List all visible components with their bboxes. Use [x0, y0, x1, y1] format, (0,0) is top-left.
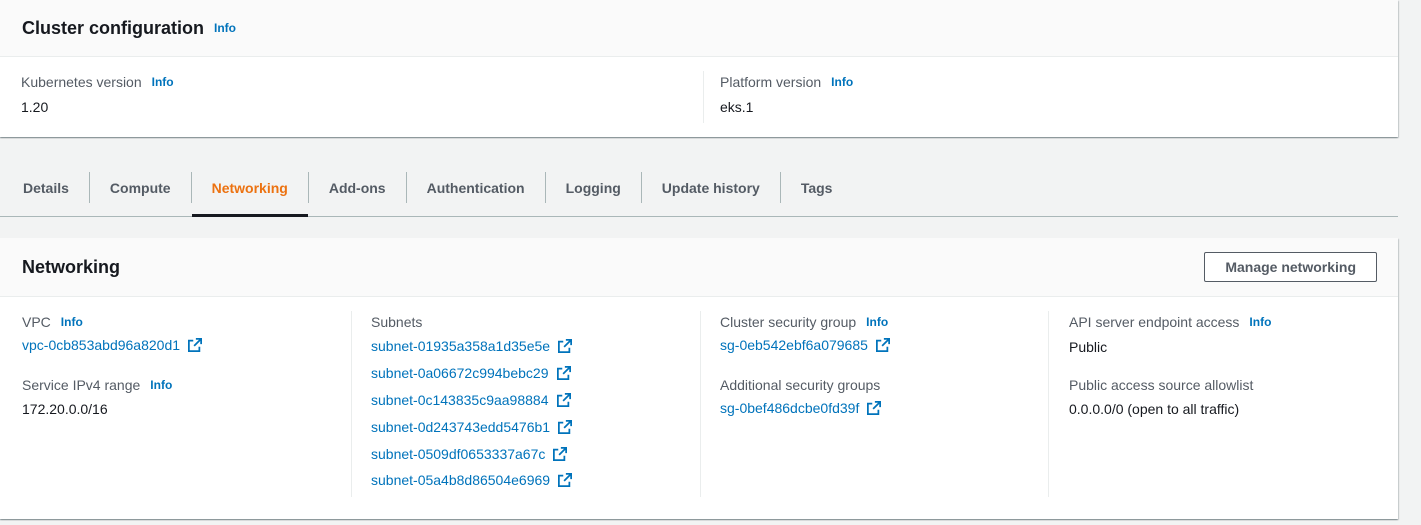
- column-divider: [351, 311, 352, 497]
- external-link-icon: [558, 339, 573, 354]
- allowlist-value: 0.0.0.0/0 (open to all traffic): [1069, 401, 1240, 417]
- list-item: subnet-05a4b8d86504e6969: [371, 467, 573, 494]
- subnets-column: Subnets subnet-01935a358a1d35e5e subnet-…: [371, 314, 573, 494]
- subnet-id: subnet-0509df0653337a67c: [371, 445, 546, 462]
- vpc-label: VPC: [22, 314, 51, 330]
- external-link-icon: [867, 401, 882, 415]
- subnet-link[interactable]: subnet-0d243743edd5476b1: [371, 418, 573, 435]
- cluster-security-group-info-link[interactable]: Info: [866, 315, 888, 329]
- additional-security-group-id: sg-0bef486dcbe0fd39f: [720, 400, 860, 416]
- external-link-icon: [558, 419, 573, 434]
- platform-version-label: Platform version: [720, 74, 822, 90]
- external-link-icon: [558, 473, 573, 488]
- cluster-configuration-header: Cluster configuration Info: [0, 0, 1398, 57]
- networking-header: Networking Manage networking: [0, 238, 1398, 297]
- cluster-security-group-id: sg-0eb542ebf6a079685: [720, 337, 868, 353]
- security-groups-column: Cluster security group Info sg-0eb542ebf…: [720, 314, 890, 418]
- subnet-list: subnet-01935a358a1d35e5e subnet-0a06672c…: [371, 333, 573, 494]
- list-item: subnet-0d243743edd5476b1: [371, 413, 573, 440]
- networking-title: Networking: [22, 256, 121, 277]
- tab-tags[interactable]: Tags: [781, 160, 853, 216]
- list-item: subnet-0509df0653337a67c: [371, 440, 572, 467]
- cluster-security-group-label: Cluster security group: [720, 314, 857, 330]
- subnet-link[interactable]: subnet-01935a358a1d35e5e: [371, 338, 573, 355]
- subnet-id: subnet-0d243743edd5476b1: [371, 418, 551, 435]
- vpc-id: vpc-0cb853abd96a820d1: [22, 337, 181, 353]
- additional-security-group-link[interactable]: sg-0bef486dcbe0fd39f: [720, 400, 882, 416]
- api-endpoint-info-link[interactable]: Info: [1249, 315, 1271, 329]
- subnets-label: Subnets: [371, 314, 423, 330]
- external-link-icon: [553, 446, 568, 461]
- kubernetes-version-info-link[interactable]: Info: [152, 75, 174, 89]
- cluster-configuration-panel: Cluster configuration Info Kubernetes ve…: [0, 0, 1398, 137]
- service-ipv4-label: Service IPv4 range: [22, 377, 141, 393]
- external-link-icon: [556, 366, 571, 381]
- list-item: subnet-01935a358a1d35e5e: [371, 333, 573, 360]
- subnet-id: subnet-0c143835c9aa98884: [371, 391, 549, 408]
- column-divider: [1048, 311, 1049, 497]
- kubernetes-version-value: 1.20: [21, 99, 49, 115]
- subnet-link[interactable]: subnet-05a4b8d86504e6969: [371, 472, 573, 489]
- tab-add-ons[interactable]: Add-ons: [309, 160, 406, 216]
- platform-version-field: Platform version Info eks.1: [720, 74, 853, 115]
- kubernetes-version-label: Kubernetes version: [21, 74, 142, 90]
- external-link-icon: [556, 392, 571, 407]
- tab-update-history[interactable]: Update history: [642, 160, 780, 216]
- service-ipv4-info-link[interactable]: Info: [150, 378, 172, 392]
- column-divider: [703, 71, 704, 123]
- tab-logging[interactable]: Logging: [546, 160, 641, 216]
- list-item: subnet-0c143835c9aa98884: [371, 387, 572, 414]
- cluster-configuration-info-link[interactable]: Info: [214, 21, 236, 35]
- subnet-link[interactable]: subnet-0a06672c994bebc29: [371, 365, 571, 381]
- cluster-configuration-title: Cluster configuration: [22, 17, 205, 38]
- kubernetes-version-field: Kubernetes version Info 1.20: [21, 74, 174, 115]
- subnet-link[interactable]: subnet-0509df0653337a67c: [371, 445, 568, 462]
- service-ipv4-value: 172.20.0.0/16: [22, 401, 108, 417]
- tab-authentication[interactable]: Authentication: [407, 160, 545, 216]
- api-endpoint-column: API server endpoint access Info Public P…: [1069, 314, 1271, 417]
- external-link-icon: [188, 338, 203, 352]
- tab-details[interactable]: Details: [0, 160, 89, 216]
- allowlist-label: Public access source allowlist: [1069, 377, 1254, 393]
- subnet-id: subnet-05a4b8d86504e6969: [371, 472, 551, 489]
- vpc-link[interactable]: vpc-0cb853abd96a820d1: [22, 337, 203, 353]
- tab-networking[interactable]: Networking: [191, 160, 309, 217]
- list-item: subnet-0a06672c994bebc29: [371, 360, 572, 387]
- manage-networking-button[interactable]: Manage networking: [1204, 252, 1377, 282]
- cluster-configuration-body: Kubernetes version Info 1.20 Platform ve…: [0, 57, 1398, 137]
- vpc-info-link[interactable]: Info: [61, 315, 83, 329]
- cluster-tabs: Details Compute Networking Add-ons Authe…: [0, 160, 1398, 217]
- column-divider: [700, 311, 701, 497]
- tab-compute[interactable]: Compute: [90, 160, 191, 216]
- api-endpoint-label: API server endpoint access: [1069, 314, 1240, 330]
- networking-body: VPC Info vpc-0cb853abd96a820d1 Service I…: [0, 297, 1398, 519]
- vpc-column: VPC Info vpc-0cb853abd96a820d1 Service I…: [22, 314, 203, 417]
- subnet-id: subnet-0a06672c994bebc29: [371, 365, 549, 382]
- platform-version-value: eks.1: [720, 99, 754, 115]
- subnet-id: subnet-01935a358a1d35e5e: [371, 338, 551, 355]
- platform-version-info-link[interactable]: Info: [831, 75, 853, 89]
- networking-panel: Networking Manage networking VPC Info vp…: [0, 238, 1398, 519]
- subnet-link[interactable]: subnet-0c143835c9aa98884: [371, 392, 571, 408]
- additional-security-groups-label: Additional security groups: [720, 377, 881, 393]
- external-link-icon: [875, 338, 890, 352]
- cluster-security-group-link[interactable]: sg-0eb542ebf6a079685: [720, 337, 890, 353]
- api-endpoint-value: Public: [1069, 339, 1108, 355]
